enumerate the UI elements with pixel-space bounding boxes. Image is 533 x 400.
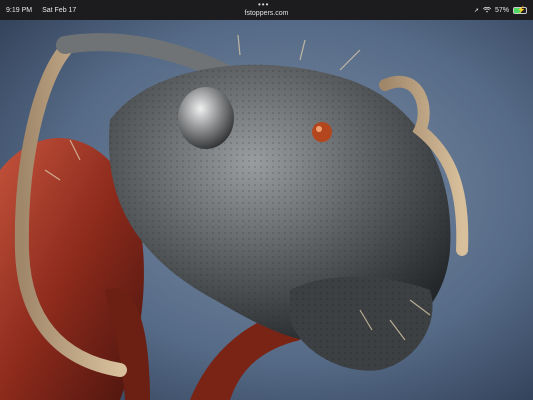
url-label[interactable]: fstoppers.com [0, 10, 533, 17]
multitask-handle[interactable]: ••• [258, 1, 269, 9]
antenna-socket-highlight [316, 126, 322, 132]
antenna-socket [312, 122, 332, 142]
compound-eye [178, 87, 234, 149]
ant-macro-photo [0, 20, 533, 400]
